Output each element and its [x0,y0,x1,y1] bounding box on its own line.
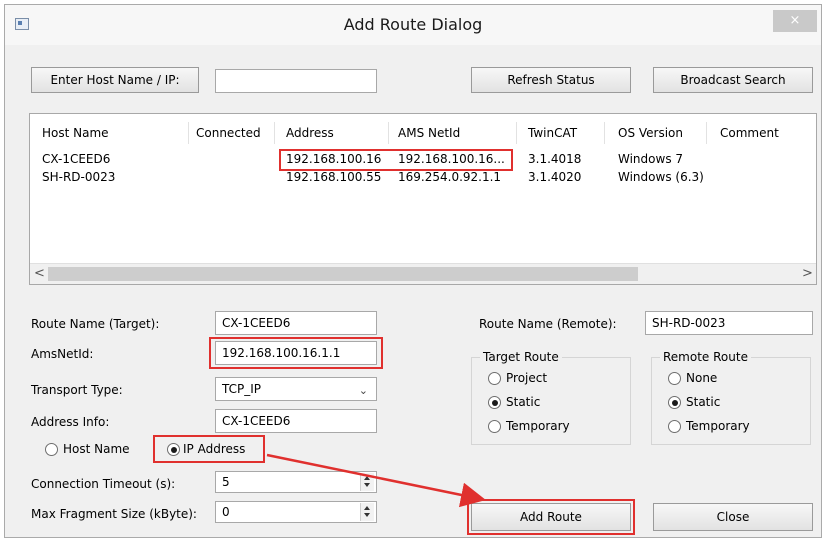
target-route-static-label[interactable]: Static [506,395,540,409]
address-netid-highlight [279,149,513,171]
route-name-target-input[interactable]: CX-1CEED6 [215,311,377,335]
target-route-title: Target Route [480,350,562,364]
remote-route-title: Remote Route [660,350,751,364]
column-header-twincat[interactable]: TwinCAT [528,126,577,140]
title-bar: Add Route Dialog × [5,5,821,45]
row2-twincat[interactable]: 3.1.4020 [528,170,581,184]
column-header-comment[interactable]: Comment [720,126,779,140]
route-name-remote-input[interactable]: SH-RD-0023 [645,311,813,335]
broadcast-search-button[interactable]: Broadcast Search [653,67,813,93]
max-fragment-value: 0 [222,505,230,519]
chevron-down-icon[interactable]: ⌄ [359,382,368,400]
horizontal-scrollbar[interactable]: < > [30,263,816,284]
column-header-host-name[interactable]: Host Name [42,126,109,140]
amsnetid-label: AmsNetId: [31,347,94,361]
connection-timeout-value: 5 [222,475,230,489]
route-name-target-label: Route Name (Target): [31,317,160,331]
target-route-project-radio[interactable] [488,372,501,385]
max-fragment-input[interactable]: 0 [215,501,377,523]
row2-address[interactable]: 192.168.100.55 [286,170,381,184]
column-header-os-version[interactable]: OS Version [618,126,683,140]
connection-timeout-label: Connection Timeout (s): [31,477,176,491]
scroll-right-icon[interactable]: > [802,266,813,281]
host-name-radio[interactable] [45,443,58,456]
add-route-highlight [467,499,635,535]
address-info-label: Address Info: [31,415,110,429]
row1-twincat[interactable]: 3.1.4018 [528,152,581,166]
row2-ams-netid[interactable]: 169.254.0.92.1.1 [398,170,501,184]
target-route-group: Target Route Project Static Temporary [471,350,631,445]
close-button[interactable]: Close [653,503,813,531]
scrollbar-thumb[interactable] [48,267,638,281]
row1-os-version[interactable]: Windows 7 [618,152,683,166]
column-header-address[interactable]: Address [286,126,334,140]
fragment-spinner[interactable] [360,503,374,521]
column-header-connected[interactable]: Connected [196,126,261,140]
max-fragment-label: Max Fragment Size (kByte): [31,507,197,521]
remote-route-temporary-radio[interactable] [668,420,681,433]
target-route-static-radio[interactable] [488,396,501,409]
target-route-temporary-radio[interactable] [488,420,501,433]
remote-route-static-radio[interactable] [668,396,681,409]
scroll-left-icon[interactable]: < [34,266,45,281]
host-input[interactable] [215,69,377,93]
row2-os-version[interactable]: Windows (6.3) [618,170,704,184]
target-route-project-label[interactable]: Project [506,371,547,385]
remote-route-none-label[interactable]: None [686,371,717,385]
column-header-ams-netid[interactable]: AMS NetId [398,126,460,140]
enter-host-button[interactable]: Enter Host Name / IP: [31,67,199,93]
remote-route-group: Remote Route None Static Temporary [651,350,811,445]
address-info-input[interactable]: CX-1CEED6 [215,409,377,433]
row2-host-name[interactable]: SH-RD-0023 [42,170,115,184]
window-title: Add Route Dialog [343,15,483,34]
transport-type-select[interactable]: TCP_IP ⌄ [215,377,377,401]
target-route-temporary-label[interactable]: Temporary [506,419,570,433]
remote-route-none-radio[interactable] [668,372,681,385]
transport-type-label: Transport Type: [31,383,123,397]
timeout-spinner[interactable] [360,473,374,491]
transport-type-value: TCP_IP [222,382,262,396]
route-name-remote-label: Route Name (Remote): [479,317,617,331]
refresh-status-button[interactable]: Refresh Status [471,67,631,93]
amsnetid-highlight [209,337,383,369]
row1-host-name[interactable]: CX-1CEED6 [42,152,110,166]
close-window-button[interactable]: × [773,10,817,32]
remote-route-temporary-label[interactable]: Temporary [686,419,750,433]
host-list[interactable]: Host Name Connected Address AMS NetId Tw… [29,113,817,285]
host-name-radio-label[interactable]: Host Name [63,442,130,456]
remote-route-static-label[interactable]: Static [686,395,720,409]
ip-address-highlight [153,435,265,463]
add-route-dialog: Add Route Dialog × Enter Host Name / IP:… [4,4,822,538]
connection-timeout-input[interactable]: 5 [215,471,377,493]
